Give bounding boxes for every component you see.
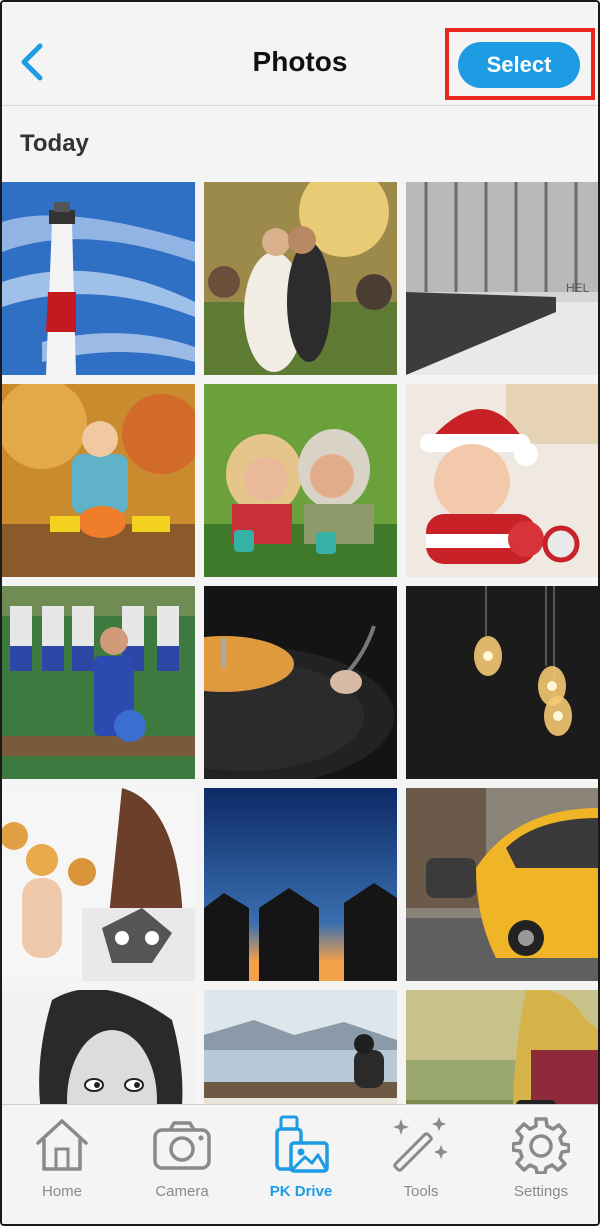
photo-wedding-couple[interactable]	[204, 182, 397, 375]
tab-label-home: Home	[41, 1183, 82, 1200]
svg-text:HEL: HEL	[566, 281, 590, 295]
camera-icon	[152, 1115, 212, 1175]
tab-label-pk-drive: PK Drive	[269, 1183, 333, 1200]
photo-women-laughing[interactable]	[204, 384, 397, 577]
photo-woman-portrait[interactable]	[2, 990, 195, 1104]
photo-lighthouse[interactable]	[2, 182, 195, 375]
tab-settings[interactable]: Settings	[481, 1115, 598, 1215]
photo-grid: HEL	[2, 182, 598, 1104]
photo-vinyl-record[interactable]	[204, 586, 397, 779]
tab-home[interactable]: Home	[2, 1115, 122, 1215]
home-icon	[32, 1115, 92, 1175]
section-header-today: Today	[20, 130, 89, 157]
tab-pk-drive[interactable]: PK Drive	[241, 1115, 361, 1215]
usb-drive-photo-icon	[271, 1115, 331, 1175]
photo-girl-donuts[interactable]	[2, 788, 195, 981]
photo-yellow-taxi[interactable]	[406, 788, 598, 981]
magic-wand-icon	[391, 1115, 451, 1175]
tab-label-camera: Camera	[155, 1183, 209, 1200]
photo-bench-lake[interactable]	[204, 990, 397, 1104]
tab-camera[interactable]: Camera	[122, 1115, 242, 1215]
photo-light-bulbs[interactable]	[406, 586, 598, 779]
photo-huts-dusk[interactable]	[204, 788, 397, 981]
photo-woman-camera[interactable]	[406, 990, 598, 1104]
photo-child-autumn[interactable]	[2, 384, 195, 577]
gear-icon	[511, 1115, 571, 1175]
select-button[interactable]: Select	[458, 42, 580, 88]
tab-tools[interactable]: Tools	[361, 1115, 481, 1215]
tab-label-settings: Settings	[513, 1183, 569, 1200]
photo-football-cheer[interactable]	[2, 586, 195, 779]
photo-baby-santa[interactable]	[406, 384, 598, 577]
nav-header: Photos Select	[2, 2, 598, 106]
photo-walkway[interactable]: HEL	[406, 182, 598, 375]
app-frame: Photos Select Today HEL Home Camera PK D…	[0, 0, 600, 1226]
bottom-tab-bar: Home Camera PK Drive Tools Settings	[2, 1104, 598, 1224]
tab-label-tools: Tools	[403, 1183, 439, 1200]
